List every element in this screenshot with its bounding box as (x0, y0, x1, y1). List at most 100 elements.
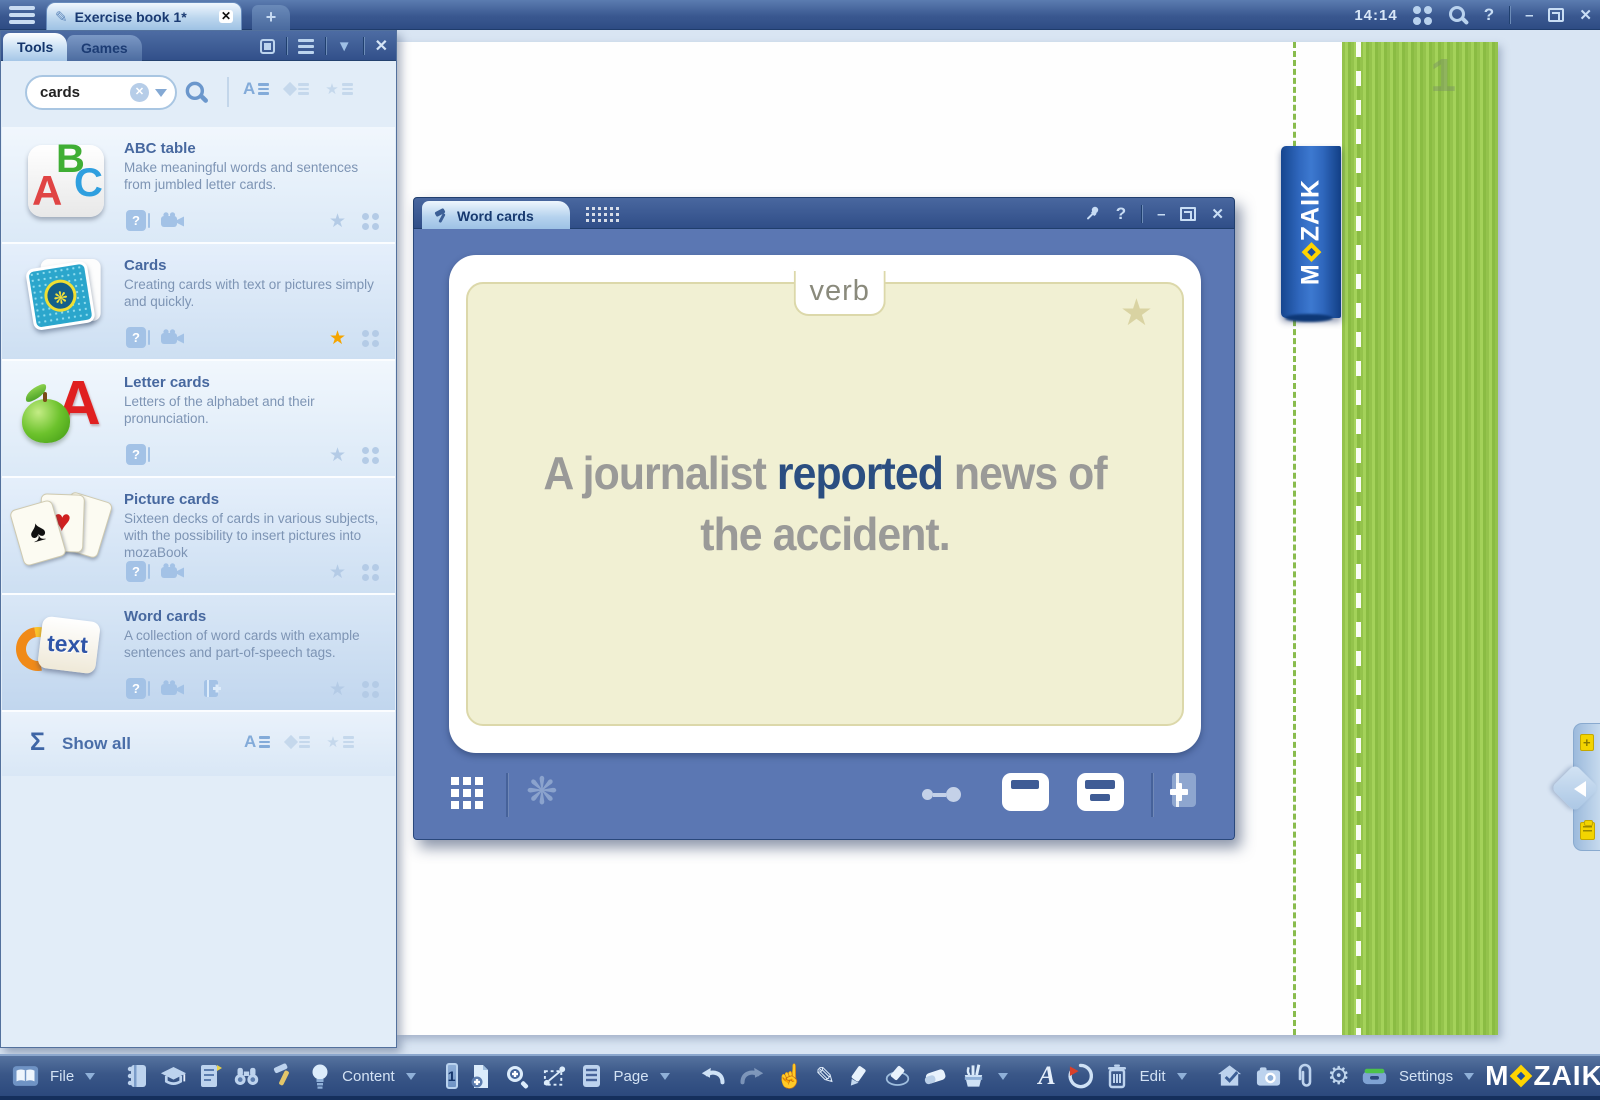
graduation-cap-icon[interactable] (160, 1063, 187, 1090)
sort-by-favorite-button[interactable]: ★ (325, 79, 352, 99)
clipboard-icon[interactable] (1580, 822, 1595, 840)
dialog-minimize-button[interactable]: – (1157, 206, 1165, 223)
window-close-button[interactable]: ✕ (1579, 6, 1592, 24)
item-video-icon[interactable] (161, 212, 187, 230)
favorite-star-icon[interactable]: ★ (329, 444, 346, 467)
list-item-abc-table[interactable]: ABC ABC table Make meaningful words and … (2, 127, 395, 244)
insert-into-book-button[interactable] (1166, 771, 1200, 813)
item-help-icon[interactable]: ? (126, 210, 146, 231)
paperclip-icon[interactable] (1293, 1063, 1317, 1090)
panel-collapse-icon[interactable]: ▼ (337, 38, 352, 55)
tab-close-icon[interactable]: ✕ (219, 10, 233, 23)
tab-tools[interactable]: Tools (3, 33, 67, 61)
apps-grid-icon[interactable] (1413, 6, 1432, 25)
exercise-book-tab[interactable]: ✎ Exercise book 1* ✕ (46, 2, 242, 30)
file-book-icon[interactable] (12, 1063, 39, 1090)
document-icon[interactable] (198, 1063, 222, 1090)
pen-tool-icon[interactable]: ✎ (815, 1062, 835, 1091)
part-of-speech-tag[interactable]: verb (794, 269, 886, 316)
item-grid-icon[interactable] (362, 213, 379, 230)
marker-icon[interactable] (884, 1063, 911, 1090)
panel-list-view-icon[interactable] (298, 39, 314, 54)
deck-theme-icon[interactable]: ❋ (526, 769, 558, 814)
deck-grid-view-button[interactable] (451, 777, 483, 809)
dialog-title-bar[interactable]: Word cards ? – ✕ (413, 197, 1235, 229)
home-check-icon[interactable] (1217, 1063, 1244, 1090)
redo-button[interactable] (738, 1063, 765, 1090)
item-help-icon[interactable]: ? (126, 444, 146, 465)
list-item-word-cards[interactable]: text Word cards A collection of word car… (2, 595, 395, 712)
tab-games[interactable]: Games (67, 35, 142, 61)
item-grid-icon[interactable] (362, 564, 379, 581)
file-menu[interactable]: File (50, 1068, 74, 1085)
settings-menu[interactable]: Settings (1399, 1068, 1453, 1085)
new-tab-button[interactable]: + (252, 5, 290, 30)
item-help-icon[interactable]: ? (126, 678, 146, 699)
page-nav-left-arrow-icon[interactable] (1566, 781, 1586, 797)
lightbulb-icon[interactable] (309, 1063, 331, 1090)
item-video-icon[interactable] (161, 680, 187, 698)
dialog-tab[interactable]: Word cards (422, 201, 570, 230)
item-help-icon[interactable]: ? (126, 327, 146, 348)
binoculars-icon[interactable] (233, 1063, 260, 1090)
content-menu-chevron-icon[interactable] (406, 1073, 416, 1085)
settings-menu-chevron-icon[interactable] (1464, 1073, 1474, 1085)
page-list-icon[interactable] (580, 1063, 603, 1090)
search-clear-icon[interactable]: ✕ (130, 83, 149, 102)
window-restore-button[interactable] (1548, 8, 1564, 22)
global-search-icon[interactable] (1447, 4, 1469, 26)
favorite-star-icon[interactable]: ★ (329, 561, 346, 584)
content-menu[interactable]: Content (342, 1068, 395, 1085)
dialog-drag-handle[interactable] (586, 207, 619, 222)
search-button[interactable] (183, 79, 208, 104)
eraser-icon[interactable] (922, 1063, 949, 1090)
page-menu-chevron-icon[interactable] (660, 1073, 670, 1085)
add-page-icon[interactable] (1580, 734, 1594, 751)
pointer-hand-icon[interactable]: ☝ (776, 1063, 805, 1090)
text-tool-icon[interactable]: A (1038, 1061, 1055, 1091)
item-video-icon[interactable] (161, 563, 187, 581)
sort-by-name-button[interactable]: A (244, 732, 270, 752)
tools-hammer-icon[interactable] (271, 1063, 298, 1090)
drawing-tools-chevron-icon[interactable] (998, 1073, 1008, 1085)
show-all-row[interactable]: Σ Show all A ★ (2, 712, 395, 776)
edit-menu-chevron-icon[interactable] (1177, 1073, 1187, 1085)
gear-icon[interactable]: ⚙ (1328, 1064, 1350, 1089)
sort-by-type-button[interactable] (286, 732, 310, 752)
word-card[interactable]: verb ★ A journalist reported news of the… (449, 255, 1201, 753)
dialog-maximize-button[interactable] (1180, 207, 1196, 221)
main-menu-icon[interactable] (9, 6, 35, 24)
panel-detach-icon[interactable] (260, 39, 275, 54)
help-icon[interactable]: ? (1484, 5, 1494, 25)
card-layout-two-button[interactable] (1077, 773, 1124, 811)
favorite-star-icon[interactable]: ★ (329, 210, 346, 233)
favorite-star-icon[interactable]: ★ (329, 678, 346, 701)
card-favorite-star-icon[interactable]: ★ (1120, 291, 1153, 334)
search-input[interactable]: cards ✕ (25, 75, 177, 110)
item-grid-icon[interactable] (362, 681, 379, 698)
list-item-picture-cards[interactable]: ♥ ♠ Picture cards Sixteen decks of cards… (2, 478, 395, 595)
undo-button[interactable] (700, 1063, 727, 1090)
sort-by-type-button[interactable] (285, 79, 309, 99)
item-video-icon[interactable] (161, 329, 187, 347)
item-grid-icon[interactable] (362, 447, 379, 464)
camera-icon[interactable] (1255, 1063, 1282, 1090)
page-menu[interactable]: Page (614, 1068, 649, 1085)
panel-close-icon[interactable]: ✕ (375, 36, 388, 56)
dialog-pin-icon[interactable] (1083, 205, 1101, 223)
favorite-star-icon-active[interactable]: ★ (329, 327, 346, 350)
sort-by-name-button[interactable]: A (243, 79, 269, 99)
card-layout-one-button[interactable] (1002, 773, 1049, 811)
search-history-chevron-icon[interactable] (155, 89, 167, 103)
zoom-icon[interactable] (504, 1063, 531, 1090)
highlighter-icon[interactable] (846, 1063, 873, 1090)
file-menu-chevron-icon[interactable] (85, 1073, 95, 1085)
add-page-icon[interactable] (469, 1063, 493, 1090)
list-item-letter-cards[interactable]: A Letter cards Letters of the alphabet a… (2, 361, 395, 478)
dialog-help-icon[interactable]: ? (1116, 204, 1126, 224)
mozaik-bookmark-ribbon[interactable]: M ZAIK (1281, 146, 1341, 318)
notebook-icon[interactable] (125, 1063, 149, 1090)
window-minimize-button[interactable]: – (1525, 7, 1533, 24)
edit-menu[interactable]: Edit (1140, 1068, 1166, 1085)
select-area-icon[interactable] (542, 1063, 569, 1090)
